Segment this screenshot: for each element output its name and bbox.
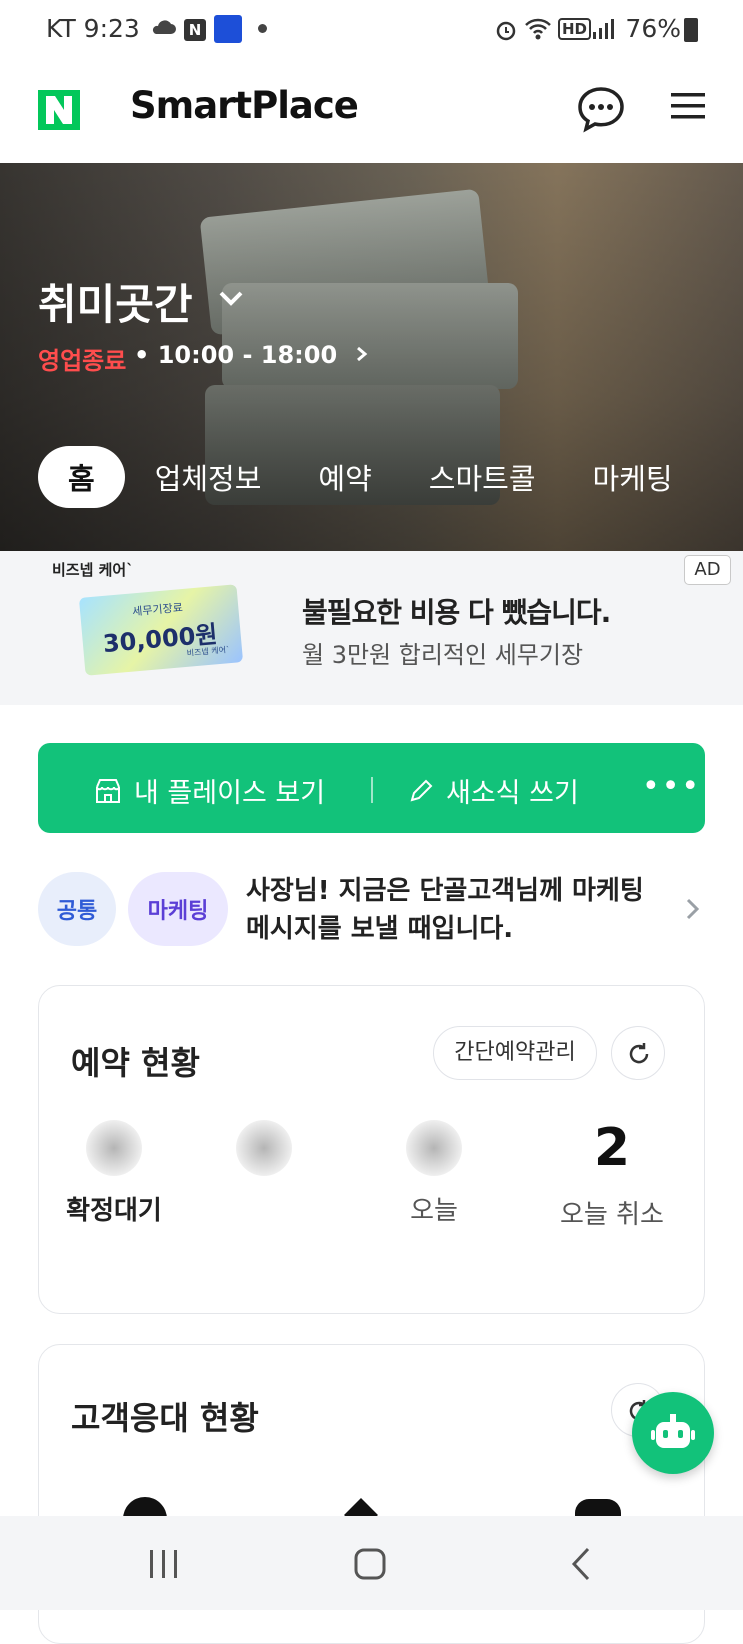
- tab-business-info[interactable]: 업체정보: [155, 456, 262, 498]
- service-card-title: 고객응대 현황: [71, 1399, 259, 1437]
- stat-item[interactable]: [189, 1116, 339, 1190]
- place-hero-banner: 취미곳간 영업종료 • 10:00 - 18:00 홈 업체정보 예약 스마트콜…: [0, 163, 743, 551]
- system-navigation-bar: [0, 1516, 743, 1610]
- app-header: SmartPlace: [0, 58, 743, 163]
- tab-reservation[interactable]: 예약: [318, 456, 371, 498]
- more-actions-button[interactable]: •••: [642, 769, 701, 804]
- robot-icon: [651, 1414, 695, 1448]
- store-icon: [96, 778, 120, 803]
- naver-logo-icon[interactable]: [38, 90, 80, 130]
- stat-label: 오늘: [410, 1196, 458, 1226]
- business-hours-text: • 10:00 - 18:00: [134, 341, 338, 369]
- reservation-status-card: 예약 현황 간단예약관리 확정대기 오늘 2 오늘 취소: [38, 985, 705, 1314]
- stat-pending-confirmation[interactable]: 확정대기: [39, 1116, 189, 1227]
- stat-value-placeholder: [236, 1120, 292, 1176]
- hd-voice-icon: HD: [558, 18, 592, 40]
- stat-value: 2: [593, 1118, 631, 1178]
- refresh-icon: [629, 1043, 649, 1064]
- pencil-icon: [410, 779, 433, 801]
- stat-today-cancel[interactable]: 2 오늘 취소: [537, 1116, 687, 1231]
- action-divider: [371, 777, 373, 803]
- ad-badge[interactable]: AD: [684, 555, 731, 585]
- home-icon[interactable]: [350, 1544, 390, 1584]
- battery-icon: [684, 18, 698, 42]
- open-status: 영업종료: [38, 347, 127, 375]
- stat-value-placeholder: [86, 1120, 142, 1176]
- bank-notification-icon: [214, 15, 242, 43]
- wifi-icon: [524, 17, 552, 45]
- hamburger-menu-icon[interactable]: [670, 88, 706, 124]
- chevron-down-icon[interactable]: [216, 283, 246, 313]
- battery-percent: 76%: [625, 14, 681, 43]
- simple-reservation-manage-button[interactable]: 간단예약관리: [433, 1026, 597, 1080]
- ticket-small-text: 세무기장료: [131, 601, 184, 619]
- tab-smartcall[interactable]: 스마트콜: [429, 456, 536, 498]
- reservation-card-title: 예약 현황: [71, 1044, 200, 1082]
- stat-value-placeholder: [406, 1120, 462, 1176]
- refresh-button[interactable]: [611, 1026, 665, 1080]
- status-bar: KT 9:23 N HD 76%: [0, 0, 743, 58]
- marketing-notice-text[interactable]: 사장님! 지금은 단골고객님께 마케팅 메시지를 보낼 때입니다.: [246, 872, 676, 948]
- write-news-button[interactable]: 새소식 쓰기: [408, 771, 579, 810]
- recent-apps-icon[interactable]: [144, 1544, 184, 1584]
- stat-label: 오늘 취소: [560, 1200, 664, 1230]
- tag-marketing[interactable]: 마케팅: [128, 872, 228, 946]
- back-icon[interactable]: [562, 1544, 602, 1584]
- chat-icon[interactable]: [576, 84, 626, 134]
- ad-brand: 비즈넵 케어`: [52, 561, 134, 579]
- cloud-icon: [150, 18, 176, 40]
- write-news-label: 새소식 쓰기: [446, 778, 579, 809]
- chatbot-button[interactable]: [632, 1392, 714, 1474]
- naver-notification-icon: N: [184, 19, 206, 41]
- chevron-right-icon: [356, 346, 367, 362]
- view-my-place-label: 내 플레이스 보기: [134, 778, 326, 809]
- tab-marketing[interactable]: 마케팅: [593, 456, 673, 498]
- tag-common[interactable]: 공통: [38, 872, 116, 946]
- place-name[interactable]: 취미곳간: [38, 271, 193, 332]
- tab-home[interactable]: 홈: [38, 446, 125, 508]
- alarm-icon: [494, 18, 518, 46]
- ad-ticket-image: 세무기장료 30,000원 비즈넵 케어`: [78, 584, 244, 676]
- status-time: KT 9:23: [46, 14, 140, 43]
- ad-banner[interactable]: 비즈넵 케어` 세무기장료 30,000원 비즈넵 케어` 불필요한 비용 다 …: [0, 551, 743, 705]
- chevron-right-icon[interactable]: [684, 896, 702, 922]
- ticket-brand: 비즈넵 케어`: [186, 645, 231, 658]
- signal-icon: [592, 18, 614, 44]
- business-hours[interactable]: • 10:00 - 18:00: [134, 341, 370, 369]
- stat-today[interactable]: 오늘: [359, 1116, 509, 1227]
- ad-subline: 월 3만원 합리적인 세무기장: [302, 641, 584, 669]
- view-my-place-button[interactable]: 내 플레이스 보기: [94, 771, 325, 810]
- quick-action-bar: 내 플레이스 보기 새소식 쓰기 •••: [38, 743, 705, 833]
- ad-headline: 불필요한 비용 다 뺐습니다.: [302, 596, 611, 629]
- place-tabs: 홈 업체정보 예약 스마트콜 마케팅: [38, 445, 730, 509]
- more-notifications-dot-icon: [258, 24, 267, 33]
- stat-label: 확정대기: [66, 1196, 162, 1226]
- smartplace-brand[interactable]: SmartPlace: [130, 84, 359, 127]
